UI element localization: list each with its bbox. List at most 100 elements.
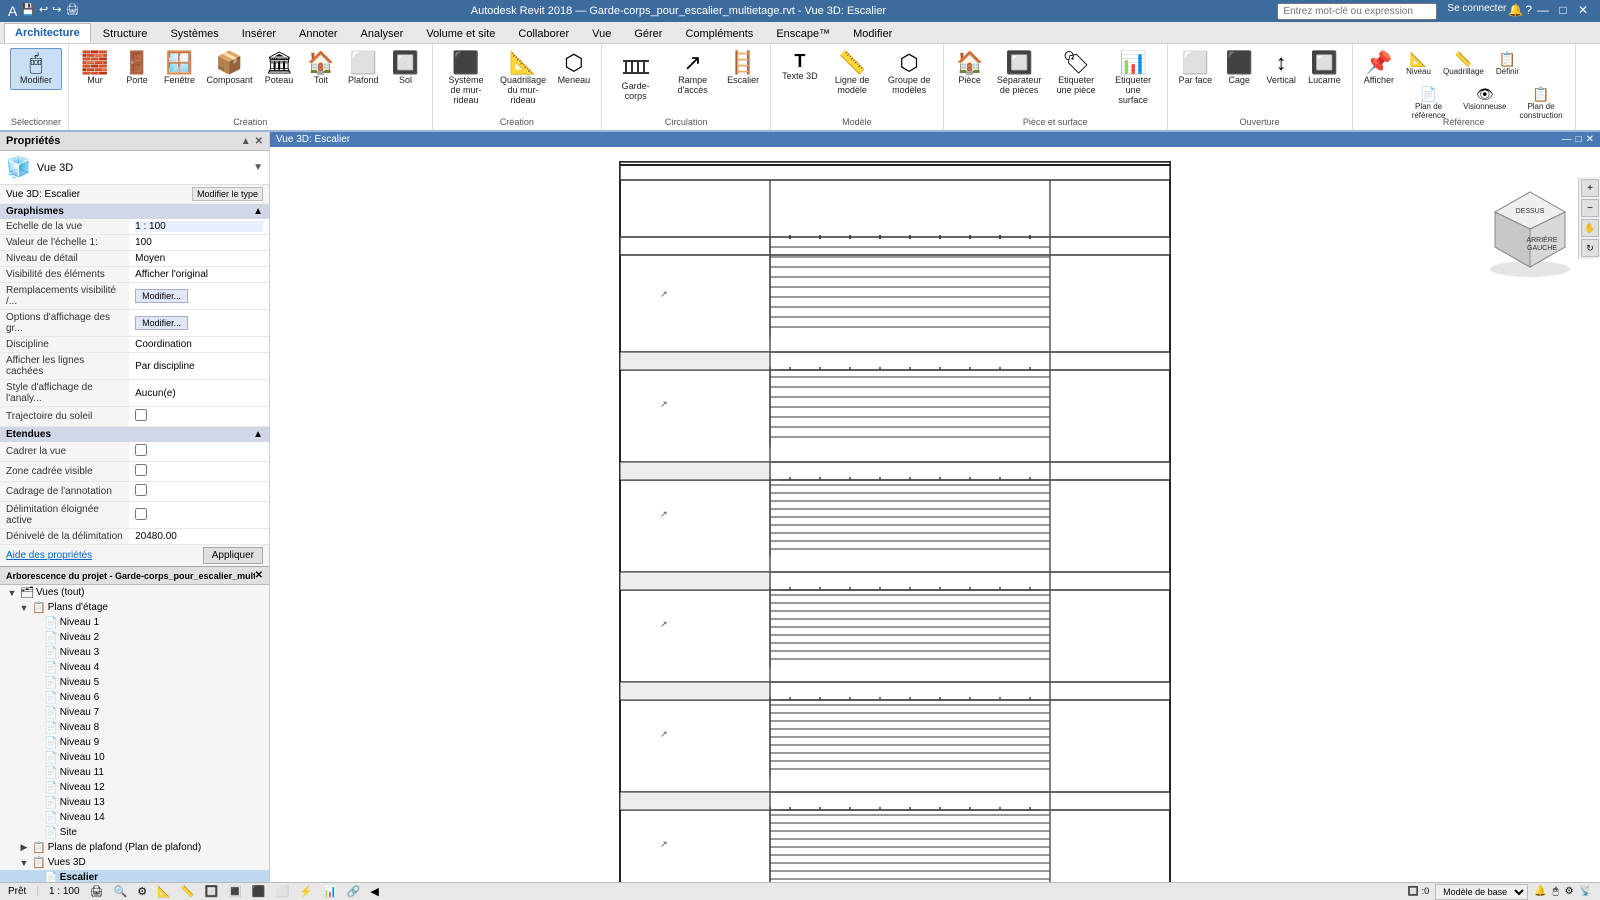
viewport-maximize[interactable]: □ [1576,134,1582,145]
tab-volume[interactable]: Volume et site [415,24,506,43]
view-dropdown-arrow[interactable]: ▼ [253,162,263,173]
tab-analyser[interactable]: Analyser [350,24,415,43]
tree-escalier[interactable]: 📄 Escalier [0,870,269,882]
notification-icon[interactable]: 🔔 [1508,3,1523,20]
groupe-modeles-btn[interactable]: ⬡ Groupe de modèles [882,48,937,100]
search-input[interactable] [1277,3,1437,20]
nav-icon-1[interactable]: 🔔 [1534,886,1546,897]
plan-construction-btn[interactable]: 📋 Plan de construction [1514,83,1569,125]
redo-btn[interactable]: ↪ [52,3,61,19]
tree-vues-tout[interactable]: ▼ 🗂 Vues (tout) [0,585,269,600]
tab-complements[interactable]: Compléments [674,24,764,43]
lucarne-btn[interactable]: 🔲 Lucarne [1303,48,1346,90]
nav-icon-4[interactable]: 📡 [1580,886,1592,897]
tree-niveau-4[interactable]: 📄 Niveau 4 [0,660,269,675]
expand-vues-tout[interactable]: ▼ [6,588,18,598]
appliquer-btn[interactable]: Appliquer [203,547,263,564]
lightning-icon[interactable]: ⚡ [299,885,313,898]
link-status-icon[interactable]: 🔗 [347,885,361,898]
meneau-btn[interactable]: ⬡ Meneau [553,48,596,90]
undo-btn[interactable]: ↩ [39,3,48,19]
quadrillage-ref-btn[interactable]: 📏 Quadrillage [1438,48,1489,81]
tree-niveau-8[interactable]: 📄 Niveau 8 [0,720,269,735]
view4-status-icon[interactable]: ⬜ [276,885,290,898]
niveau-btn[interactable]: 📐 Niveau [1401,48,1436,81]
pan-btn[interactable]: ✋ [1581,219,1599,237]
view-cube[interactable]: ARRIÈRE GAUCHE DESSUS [1480,177,1580,277]
zoom-status-icon[interactable]: 🔍 [114,885,128,898]
tab-gerer[interactable]: Gérer [623,24,673,43]
etiqueter-surface-btn[interactable]: 📊 Etiqueter une surface [1106,48,1161,110]
poteau-btn[interactable]: 🏛 Poteau [259,48,299,90]
tab-inserer[interactable]: Insérer [231,24,287,43]
properties-collapse[interactable]: ▲ [241,136,251,147]
zoom-out-btn[interactable]: − [1581,199,1599,217]
echelle-input[interactable] [135,221,263,232]
tree-niveau-9[interactable]: 📄 Niveau 9 [0,735,269,750]
tree-niveau-12[interactable]: 📄 Niveau 12 [0,780,269,795]
tab-enscape[interactable]: Enscape™ [765,24,841,43]
graphismes-collapse[interactable]: ▲ [253,206,263,217]
close-btn[interactable]: ✕ [1574,3,1592,20]
tab-vue[interactable]: Vue [581,24,622,43]
settings-status-icon[interactable]: ⚙ [137,885,147,898]
quick-save[interactable]: 💾 [21,3,35,19]
tree-niveau-5[interactable]: 📄 Niveau 5 [0,675,269,690]
piece-btn[interactable]: 🏠 Pièce [950,48,990,90]
zoom-in-btn[interactable]: + [1581,179,1599,197]
modifier-btn[interactable]: 🖱 Modifier [10,48,62,90]
rampe-btn[interactable]: ↗ Rampe d'accès [665,48,720,100]
expand-plans-etage[interactable]: ▼ [18,603,30,613]
fenetre-btn[interactable]: 🪟 Fenêtre [159,48,200,90]
mur-btn[interactable]: 🧱 Mur [75,48,115,90]
par-face-btn[interactable]: ⬜ Par face [1174,48,1218,90]
properties-close[interactable]: ✕ [255,136,263,147]
browser-close[interactable]: ✕ [255,570,263,581]
porte-btn[interactable]: 🚪 Porte [117,48,157,90]
tree-niveau-6[interactable]: 📄 Niveau 6 [0,690,269,705]
tab-structure[interactable]: Structure [92,24,159,43]
plafond-btn[interactable]: ⬜ Plafond [343,48,384,90]
aide-link[interactable]: Aide des propriétés [6,550,92,561]
tree-niveau-13[interactable]: 📄 Niveau 13 [0,795,269,810]
tree-niveau-11[interactable]: 📄 Niveau 11 [0,765,269,780]
viewport-close[interactable]: ✕ [1586,134,1594,145]
model-select[interactable]: Modèle de base [1435,884,1528,900]
delimitation-checkbox[interactable] [135,508,147,520]
cadrage-annotation-checkbox[interactable] [135,484,147,496]
tree-niveau-3[interactable]: 📄 Niveau 3 [0,645,269,660]
tree-niveau-7[interactable]: 📄 Niveau 7 [0,705,269,720]
tab-modifier[interactable]: Modifier [842,24,903,43]
expand-vues-3d[interactable]: ▼ [18,858,30,868]
viewport-minimize[interactable]: — [1562,134,1572,145]
modifier-affichage-btn[interactable]: Modifier... [135,316,188,330]
nav-icon-3[interactable]: ⚙ [1565,886,1574,897]
view-name[interactable]: Vue 3D [37,162,247,174]
nav-icon-2[interactable]: 🖱 [1553,886,1559,897]
help-icon[interactable]: ? [1525,3,1532,20]
definir-btn[interactable]: 📋 Définir [1491,48,1524,81]
tree-niveau-14[interactable]: 📄 Niveau 14 [0,810,269,825]
tab-systemes[interactable]: Systèmes [159,24,229,43]
print-status-icon[interactable]: 🖨 [90,885,104,898]
zone-cadree-checkbox[interactable] [135,464,147,476]
print-btn[interactable]: 🖨 [65,3,79,19]
restore-btn[interactable]: □ [1554,3,1572,20]
minimize-btn[interactable]: — [1534,3,1552,20]
viewport-canvas[interactable]: ↗ ↗ ↗ ↗ ↗ ↗ [270,147,1600,877]
soleil-checkbox[interactable] [135,409,147,421]
etendues-collapse[interactable]: ▲ [253,429,263,440]
vertical-btn[interactable]: ↕ Vertical [1261,48,1301,90]
etiqueter-piece-btn[interactable]: 🏷 Etiqueter une pièce [1049,48,1104,100]
tree-niveau-1[interactable]: 📄 Niveau 1 [0,615,269,630]
view2-status-icon[interactable]: 🔳 [228,885,242,898]
toit-btn[interactable]: 🏠 Toit [301,48,341,90]
draw2-status-icon[interactable]: 📏 [181,885,195,898]
texte-3d-btn[interactable]: T Texte 3D [777,48,823,86]
view3-status-icon[interactable]: ⬛ [252,885,266,898]
tree-plans-plafond[interactable]: ▶ 📋 Plans de plafond (Plan de plafond) [0,840,269,855]
sol-btn[interactable]: 🔲 Sol [386,48,426,90]
tree-niveau-2[interactable]: 📄 Niveau 2 [0,630,269,645]
composant-btn[interactable]: 📦 Composant [202,48,257,90]
tree-vues-3d[interactable]: ▼ 📋 Vues 3D [0,855,269,870]
